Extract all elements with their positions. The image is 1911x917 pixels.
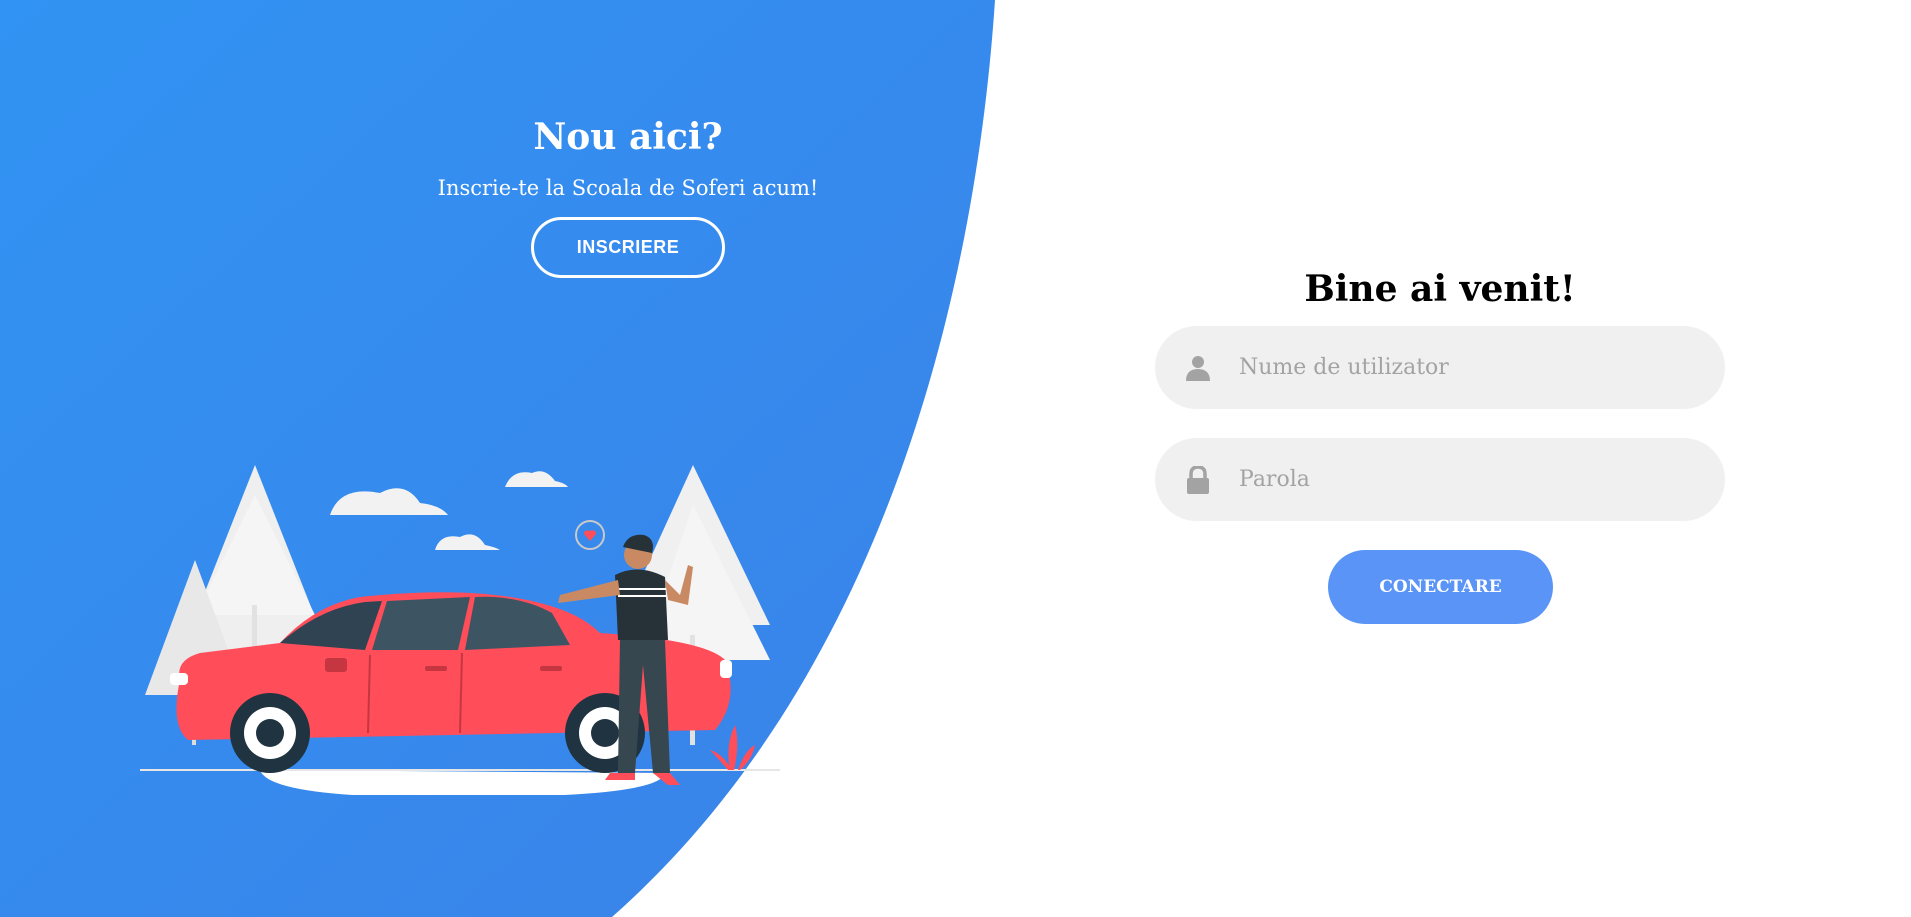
login-page: Nou aici? Inscrie-te la Scoala de Soferi… — [0, 0, 1911, 917]
lock-icon — [1183, 465, 1213, 495]
username-field[interactable] — [1155, 326, 1725, 409]
car-illustration — [140, 465, 780, 795]
password-field[interactable] — [1155, 438, 1725, 521]
password-input[interactable] — [1237, 448, 1701, 511]
login-button[interactable]: CONECTARE — [1328, 550, 1553, 624]
username-input[interactable] — [1237, 336, 1701, 399]
signup-title: Nou aici? — [533, 116, 723, 158]
user-icon — [1183, 353, 1213, 383]
signup-subtitle: Inscrie-te la Scoala de Soferi acum! — [437, 176, 819, 200]
login-title: Bine ai venit! — [1304, 268, 1576, 310]
signup-button[interactable]: INSCRIERE — [531, 217, 725, 278]
